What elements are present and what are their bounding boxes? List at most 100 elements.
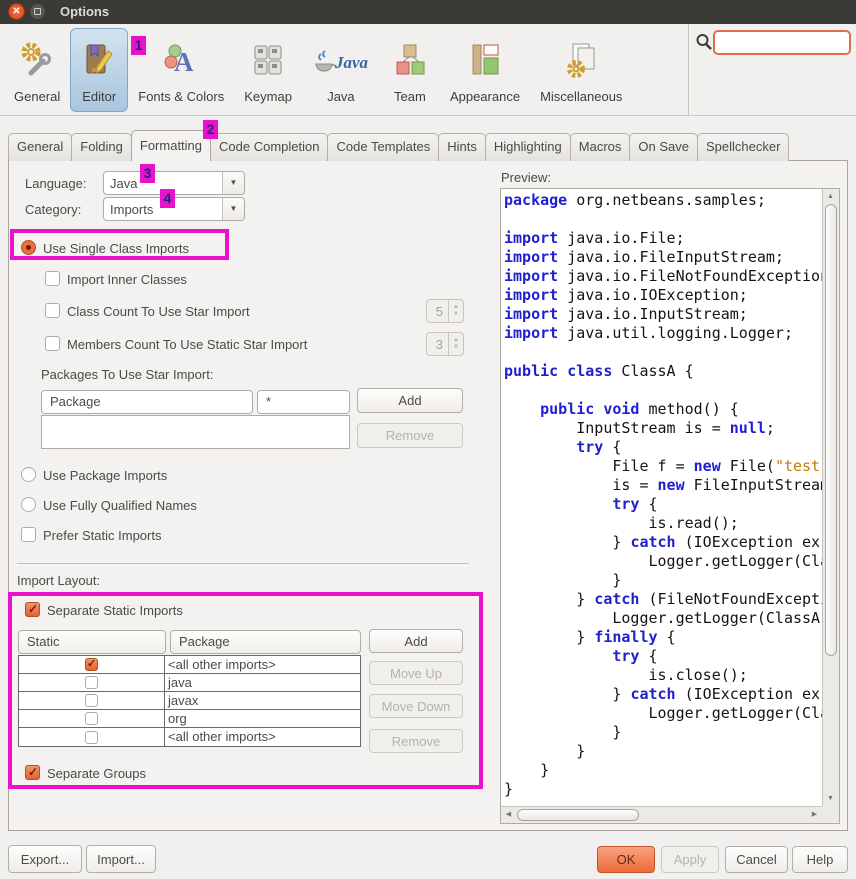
search-area [688, 24, 856, 115]
static-checkbox[interactable] [85, 712, 98, 725]
package-column-header[interactable]: Package [41, 390, 253, 414]
import-button[interactable]: Import... [86, 845, 156, 873]
tab-macros[interactable]: Macros [570, 133, 631, 161]
toolbar-item-appearance[interactable]: Appearance [440, 28, 530, 112]
toolbar-item-label: Keymap [244, 89, 292, 104]
toolbar-item-team[interactable]: Team [380, 28, 440, 112]
tab-code-completion[interactable]: Code Completion [210, 133, 328, 161]
star-packages-list[interactable] [41, 415, 350, 449]
window-titlebar[interactable]: ✕ Options [0, 0, 856, 24]
column-header-static[interactable]: Static [18, 630, 166, 654]
use-single-class-imports-label: Use Single Class Imports [43, 241, 189, 256]
tab-code-templates[interactable]: Code Templates [327, 133, 439, 161]
class-count-spinner[interactable]: 5 ▲▼ [426, 299, 464, 323]
class-count-checkbox[interactable] [45, 303, 60, 318]
appearance-icon [465, 36, 505, 84]
table-row[interactable]: <all other imports> [19, 728, 360, 746]
window-title: Options [60, 4, 109, 19]
package-cell: java [165, 674, 360, 691]
tab-general[interactable]: General [8, 133, 72, 161]
tab-on-save[interactable]: On Save [629, 133, 698, 161]
tab-highlighting[interactable]: Highlighting [485, 133, 571, 161]
keymap-icon [248, 36, 288, 84]
members-count-checkbox[interactable] [45, 336, 60, 351]
horizontal-scrollbar-thumb[interactable] [517, 809, 639, 821]
packages-star-import-label: Packages To Use Star Import: [41, 367, 213, 382]
prefer-static-imports-label: Prefer Static Imports [43, 528, 161, 543]
spinner-arrows-icon[interactable]: ▲▼ [449, 332, 464, 356]
tab-hints[interactable]: Hints [438, 133, 486, 161]
table-row[interactable]: java [19, 674, 360, 692]
column-header-package[interactable]: Package [170, 630, 361, 654]
toolbar-item-keymap[interactable]: Keymap [234, 28, 302, 112]
separate-static-imports-checkbox[interactable] [25, 602, 40, 617]
import-inner-classes-checkbox[interactable] [45, 271, 60, 286]
vertical-scrollbar[interactable]: ▲ ▼ [822, 189, 839, 806]
search-input[interactable] [713, 30, 851, 55]
toolbar-item-label: Java [327, 89, 354, 104]
annotation-marker-4: 4 [160, 189, 175, 208]
cancel-button[interactable]: Cancel [725, 846, 788, 873]
annotation-marker-2: 2 [203, 120, 218, 139]
toolbar-item-java[interactable]: JavaJava [302, 28, 380, 112]
toolbar-item-label: General [14, 89, 60, 104]
separate-groups-label: Separate Groups [47, 766, 146, 781]
window-close-button[interactable]: ✕ [8, 3, 25, 20]
use-fully-qualified-names-radio[interactable] [21, 497, 36, 512]
table-row[interactable]: org [19, 710, 360, 728]
apply-button[interactable]: Apply [661, 846, 719, 873]
toolbar-item-editor[interactable]: Editor [70, 28, 128, 112]
import-layout-label: Import Layout: [17, 573, 100, 588]
tab-formatting[interactable]: Formatting [131, 130, 211, 161]
move-up-button[interactable]: Move Up [369, 661, 463, 685]
export-button[interactable]: Export... [8, 845, 82, 873]
preview-code[interactable]: package org.netbeans.samples; import jav… [501, 189, 822, 806]
remove-star-package-button[interactable]: Remove [357, 423, 463, 448]
ok-button[interactable]: OK [597, 846, 655, 873]
window-maximize-button[interactable] [29, 3, 46, 20]
static-checkbox[interactable] [85, 694, 98, 707]
use-single-class-imports-radio[interactable] [21, 240, 36, 255]
add-star-package-button[interactable]: Add [357, 388, 463, 413]
team-icon [390, 36, 430, 84]
use-package-imports-radio[interactable] [21, 467, 36, 482]
static-checkbox[interactable] [85, 731, 98, 744]
annotation-marker-1: 1 [131, 36, 146, 55]
preview-label: Preview: [501, 170, 551, 185]
vertical-scrollbar-thumb[interactable] [825, 204, 837, 656]
import-inner-classes-label: Import Inner Classes [67, 272, 187, 287]
search-icon [695, 33, 713, 54]
import-layout-add-button[interactable]: Add [369, 629, 463, 653]
miscellaneous-icon [561, 36, 601, 84]
horizontal-scrollbar[interactable]: ◀ ▶ [501, 806, 822, 823]
move-down-button[interactable]: Move Down [369, 694, 463, 718]
annotation-marker-3: 3 [140, 164, 155, 183]
scroll-right-icon[interactable]: ▶ [807, 807, 822, 822]
members-count-spinner[interactable]: 3 ▲▼ [426, 332, 464, 356]
tab-spellchecker[interactable]: Spellchecker [697, 133, 789, 161]
separate-groups-checkbox[interactable] [25, 765, 40, 780]
table-row[interactable]: <all other imports> [19, 656, 360, 674]
spinner-arrows-icon[interactable]: ▲▼ [449, 299, 464, 323]
prefer-static-imports-checkbox[interactable] [21, 527, 36, 542]
toolbar-item-miscellaneous[interactable]: Miscellaneous [530, 28, 632, 112]
preview-editor[interactable]: package org.netbeans.samples; import jav… [500, 188, 840, 824]
import-layout-remove-button[interactable]: Remove [369, 729, 463, 753]
static-cell [19, 692, 165, 709]
package-cell: <all other imports> [165, 656, 360, 673]
help-button[interactable]: Help [792, 846, 848, 873]
toolbar: GeneralEditorAFonts & ColorsKeymapJavaJa… [0, 24, 856, 116]
static-checkbox[interactable] [85, 676, 98, 689]
formatting-panel: Language: Java ▼ Category: Imports ▼ Use… [8, 160, 848, 831]
chevron-down-icon: ▼ [222, 172, 244, 194]
toolbar-item-general[interactable]: General [4, 28, 70, 112]
static-checkbox[interactable] [85, 658, 98, 671]
table-row[interactable]: javax [19, 692, 360, 710]
scroll-down-icon[interactable]: ▼ [823, 791, 838, 806]
tab-folding[interactable]: Folding [71, 133, 132, 161]
class-count-label: Class Count To Use Star Import [67, 304, 250, 319]
star-column-header[interactable]: * [257, 390, 350, 414]
scroll-up-icon[interactable]: ▲ [823, 189, 838, 204]
scrollbar-corner [822, 806, 839, 823]
scroll-left-icon[interactable]: ◀ [501, 807, 516, 822]
